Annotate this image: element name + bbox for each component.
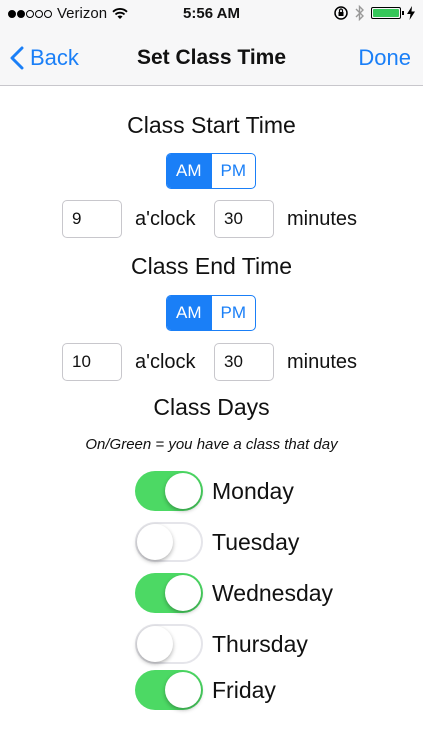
wednesday-label: Wednesday	[212, 580, 334, 606]
battery-icon	[371, 7, 404, 19]
bluetooth-icon	[355, 5, 364, 21]
start-minutes-field[interactable]: 30	[214, 200, 274, 238]
start-pm-segment[interactable]: PM	[210, 154, 256, 188]
monday-toggle[interactable]	[135, 471, 203, 511]
toggle-knob	[165, 672, 201, 708]
navigation-bar: Back Set Class Time Done	[0, 30, 423, 86]
charging-icon	[407, 6, 415, 20]
monday-label: Monday	[212, 478, 294, 504]
wednesday-toggle[interactable]	[135, 573, 203, 613]
rotation-lock-icon	[334, 6, 348, 20]
toggle-knob	[165, 575, 201, 611]
start-ampm-control[interactable]: AM PM	[166, 153, 256, 189]
toggle-knob	[137, 524, 173, 560]
status-bar: Verizon 5:56 AM	[0, 0, 423, 30]
class-days-hint: On/Green = you have a class that day	[85, 436, 338, 453]
status-right	[333, 5, 415, 21]
end-am-segment[interactable]: AM	[167, 296, 211, 330]
thursday-label: Thursday	[212, 631, 308, 657]
start-hour-field[interactable]: 9	[62, 200, 122, 238]
start-hour-label: a'clock	[135, 208, 196, 230]
start-time-title: Class Start Time	[127, 112, 296, 138]
friday-label: Friday	[212, 677, 276, 703]
friday-toggle[interactable]	[135, 670, 203, 710]
tuesday-label: Tuesday	[212, 529, 300, 555]
end-hour-label: a'clock	[135, 351, 196, 373]
end-ampm-control[interactable]: AM PM	[166, 295, 256, 331]
end-pm-segment[interactable]: PM	[210, 296, 256, 330]
end-hour-field[interactable]: 10	[62, 343, 122, 381]
toggle-knob	[137, 626, 173, 662]
end-minutes-field[interactable]: 30	[214, 343, 274, 381]
end-time-title: Class End Time	[130, 253, 293, 279]
done-button[interactable]: Done	[358, 30, 411, 85]
start-minutes-label: minutes	[287, 208, 358, 230]
class-days-title: Class Days	[153, 394, 270, 420]
toggle-knob	[165, 473, 201, 509]
end-minutes-label: minutes	[287, 351, 358, 373]
tuesday-toggle[interactable]	[135, 522, 203, 562]
thursday-toggle[interactable]	[135, 624, 203, 664]
start-am-segment[interactable]: AM	[167, 154, 211, 188]
